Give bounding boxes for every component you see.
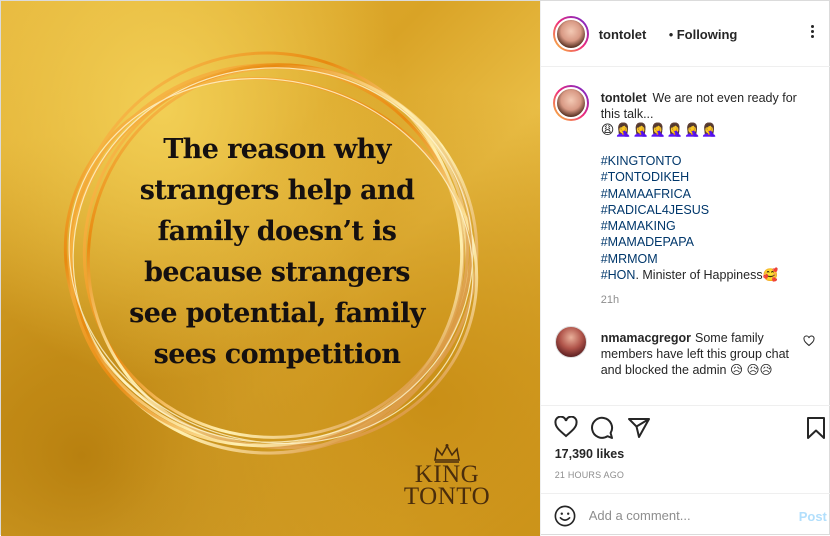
action-bar — [540, 405, 830, 445]
comment-like-heart-icon[interactable] — [803, 335, 815, 347]
caption-time[interactable]: 21h — [601, 294, 619, 306]
hashtag-link[interactable]: #MAMAKING — [601, 218, 778, 234]
author-username[interactable]: tontolet — [599, 27, 647, 42]
following-button[interactable]: Following — [677, 27, 738, 42]
post-timestamp[interactable]: 21 HOURS AGO — [555, 470, 624, 480]
commenter-username[interactable]: nmamacgregor — [601, 331, 691, 345]
hashtag-suffix-text: . Minister of Happiness🥰 — [635, 268, 779, 283]
hashtag-link[interactable]: #MAMADEPAPA — [601, 234, 778, 250]
caption-username[interactable]: tontolet — [601, 91, 647, 105]
hashtag-list: #KINGTONTO #TONTODIKEH #MAMAAFRICA #RADI… — [601, 153, 778, 283]
hashtag-link[interactable]: #MAMAAFRICA — [601, 186, 778, 202]
save-bookmark-icon[interactable] — [806, 416, 826, 440]
add-comment-input[interactable] — [588, 502, 779, 528]
share-paper-plane-icon[interactable] — [627, 416, 651, 440]
comment-bubble-icon[interactable] — [590, 416, 614, 440]
caption-author-avatar[interactable] — [552, 85, 589, 121]
separator-dot: • — [668, 27, 674, 42]
instagram-post: The reason why strangers help and family… — [0, 0, 830, 536]
add-comment-bar: Post — [540, 493, 830, 536]
hashtag-link[interactable]: #KINGTONTO — [601, 153, 778, 169]
quote-text: The reason why strangers help and family… — [129, 134, 425, 370]
post-header: tontolet • Following — [540, 1, 830, 67]
hashtag-link[interactable]: #HON — [601, 268, 636, 282]
crown-icon — [434, 444, 460, 463]
more-options-icon[interactable] — [803, 19, 823, 43]
hashtag-link[interactable]: #MRMOM — [601, 251, 778, 267]
caption-text: tontolet We are not even ready for this t… — [601, 90, 811, 122]
likes-count[interactable]: 17,390 likes — [555, 447, 625, 461]
comment-text: nmamacgregor Some family members have lef… — [601, 330, 801, 378]
post-comment-button[interactable]: Post — [799, 509, 827, 524]
hashtag-line-last: #HON. Minister of Happiness🥰 — [601, 267, 778, 283]
post-side-panel: tontolet • Following tontolet We are not … — [539, 1, 830, 536]
commenter-avatar[interactable] — [554, 326, 587, 358]
hashtag-link[interactable]: #RADICAL4JESUS — [601, 202, 778, 218]
like-heart-icon[interactable] — [554, 416, 578, 438]
hashtag-link[interactable]: #TONTODIKEH — [601, 169, 778, 185]
post-image[interactable]: The reason why strangers help and family… — [1, 1, 540, 536]
emoji-smiley-icon[interactable] — [554, 505, 576, 527]
caption-emojis: 😩🤦‍♀️🤦‍♀️🤦‍♀️🤦‍♀️🤦‍♀️🤦‍♀️ — [600, 122, 719, 137]
author-avatar[interactable] — [552, 16, 589, 52]
king-tonto-logo: KING TONTO — [397, 443, 497, 509]
